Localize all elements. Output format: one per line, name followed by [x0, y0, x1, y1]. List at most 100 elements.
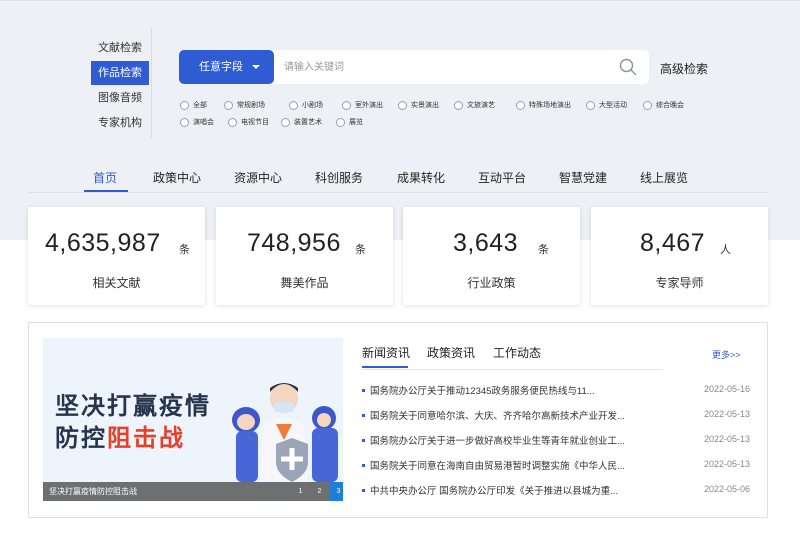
- banner-slogan-plain: 防控: [55, 425, 107, 452]
- category-option[interactable]: 实景演出: [398, 97, 454, 113]
- category-option[interactable]: 演唱会: [180, 114, 228, 130]
- search-type-image-audio[interactable]: 图像音频: [91, 86, 149, 110]
- radio-button[interactable]: [224, 100, 233, 110]
- list-item[interactable]: 国务院办公厅关于推动12345政务服务便民热线与11... 2022-05-16: [362, 381, 768, 406]
- stat-card-works[interactable]: 748,956 条 舞美作品: [216, 207, 393, 305]
- search-type-experts[interactable]: 专家机构: [91, 111, 149, 135]
- banner-carousel[interactable]: 坚决打赢疫情 防控阻击战 坚决打赢疫情防控阻击战 1 2 3 4 5: [43, 338, 343, 501]
- bullet-icon: [362, 389, 365, 392]
- list-item[interactable]: 中共中央办公厅 国务院办公厅印发《关于推进以县城为重... 2022-05-06: [362, 481, 768, 506]
- category-label: 实景演出: [411, 102, 439, 109]
- category-option[interactable]: 文旅演艺: [454, 97, 516, 113]
- carousel-dot-2[interactable]: 2: [310, 482, 329, 501]
- category-label: 小剧场: [302, 102, 323, 109]
- category-label: 特殊场地演出: [529, 102, 571, 109]
- tab-news[interactable]: 新闻资讯: [362, 344, 410, 361]
- radio-button[interactable]: [398, 100, 407, 110]
- radio-button[interactable]: [643, 100, 652, 110]
- radio-button[interactable]: [342, 100, 351, 110]
- medical-workers-illustration: [232, 383, 338, 482]
- news-date: 2022-05-13: [704, 434, 751, 444]
- search-type-menu: 文献检索 作品检索 图像音频 专家机构: [91, 36, 149, 136]
- news-title[interactable]: 国务院关于同意哈尔滨、大庆、齐齐哈尔高新技术产业开发...: [370, 408, 640, 422]
- carousel-dot-1[interactable]: 1: [291, 482, 310, 501]
- category-option[interactable]: 大型活动: [586, 97, 643, 113]
- field-select-dropdown[interactable]: 任意字段: [179, 50, 274, 84]
- radio-button[interactable]: [336, 117, 345, 127]
- category-option[interactable]: 展览: [336, 114, 376, 130]
- radio-button[interactable]: [180, 100, 189, 110]
- nav-smart-party[interactable]: 智慧党建: [559, 169, 607, 186]
- stat-unit: 人: [720, 244, 731, 256]
- search-type-works[interactable]: 作品检索: [91, 61, 149, 85]
- nav-active-indicator: [84, 190, 128, 192]
- radio-button[interactable]: [454, 100, 463, 110]
- stat-label: 行业政策: [467, 276, 516, 290]
- search-type-literature[interactable]: 文献检索: [91, 36, 149, 60]
- stat-card-policy[interactable]: 3,643 条 行业政策: [403, 207, 580, 305]
- nav-online-exhibition[interactable]: 线上展览: [640, 169, 688, 186]
- category-option[interactable]: 电视节目: [228, 114, 281, 130]
- radio-button[interactable]: [281, 117, 290, 127]
- news-divider: [362, 369, 662, 370]
- news-title[interactable]: 国务院办公厅关于推动12345政务服务便民热线与11...: [370, 383, 640, 397]
- category-label: 演唱会: [193, 119, 214, 126]
- stat-number: 8,467: [640, 229, 706, 257]
- advanced-search-link[interactable]: 高级检索: [660, 60, 708, 77]
- nav-resource-center[interactable]: 资源中心: [234, 169, 282, 186]
- category-label: 装置艺术: [294, 119, 322, 126]
- banner-caption-bar: 坚决打赢疫情防控阻击战 1 2 3 4 5: [43, 482, 343, 501]
- more-link[interactable]: 更多>>: [712, 348, 741, 361]
- category-label: 常规剧场: [237, 102, 265, 109]
- category-option[interactable]: 室外演出: [342, 97, 398, 113]
- category-option[interactable]: 特殊场地演出: [516, 97, 586, 113]
- stat-unit: 条: [355, 244, 366, 256]
- news-title[interactable]: 中共中央办公厅 国务院办公厅印发《关于推进以县城为重...: [370, 483, 640, 497]
- category-label: 大型活动: [599, 102, 627, 109]
- carousel-dot-3[interactable]: 3: [329, 482, 343, 501]
- category-option[interactable]: 装置艺术: [281, 114, 336, 130]
- radio-button[interactable]: [516, 100, 525, 110]
- news-list: 国务院办公厅关于推动12345政务服务便民热线与11... 2022-05-16…: [362, 381, 768, 506]
- nav-home[interactable]: 首页: [93, 169, 117, 186]
- category-option[interactable]: 综合晚会: [643, 97, 698, 113]
- stat-card-literature[interactable]: 4,635,987 条 相关文献: [28, 207, 205, 305]
- tab-work-updates[interactable]: 工作动态: [493, 344, 541, 361]
- category-label: 全部: [193, 102, 207, 109]
- radio-button[interactable]: [180, 117, 189, 127]
- category-label: 室外演出: [355, 102, 383, 109]
- nav-results-transfer[interactable]: 成果转化: [397, 169, 445, 186]
- news-title[interactable]: 国务院关于同意在海南自由贸易港暂时调整实施《中华人民...: [370, 458, 640, 472]
- list-item[interactable]: 国务院办公厅关于进一步做好高校毕业生等青年就业创业工... 2022-05-13: [362, 431, 768, 456]
- field-select-label: 任意字段: [199, 61, 243, 73]
- search-icon[interactable]: [619, 58, 637, 76]
- bullet-icon: [362, 489, 365, 492]
- banner-slogan-line2: 防控阻击战: [55, 418, 185, 453]
- category-row-2: 演唱会 电视节目 装置艺术 展览: [180, 114, 700, 130]
- banner-caption: 坚决打赢疫情防控阻击战: [49, 487, 137, 496]
- category-option[interactable]: 全部: [180, 97, 224, 113]
- nav-policy-center[interactable]: 政策中心: [153, 169, 201, 186]
- news-date: 2022-05-13: [704, 409, 751, 419]
- category-option[interactable]: 常规剧场: [224, 97, 289, 113]
- list-item[interactable]: 国务院关于同意哈尔滨、大庆、齐齐哈尔高新技术产业开发... 2022-05-13: [362, 406, 768, 431]
- stat-number: 3,643: [453, 229, 519, 257]
- tab-policy-news[interactable]: 政策资讯: [427, 344, 475, 361]
- stat-label: 相关文献: [92, 276, 141, 290]
- nav-interaction-platform[interactable]: 互动平台: [478, 169, 526, 186]
- news-date: 2022-05-06: [704, 484, 751, 494]
- category-label: 文旅演艺: [467, 102, 495, 109]
- news-title[interactable]: 国务院办公厅关于进一步做好高校毕业生等青年就业创业工...: [370, 433, 640, 447]
- category-option[interactable]: 小剧场: [289, 97, 342, 113]
- category-label: 综合晚会: [656, 102, 684, 109]
- radio-button[interactable]: [228, 117, 237, 127]
- radio-button[interactable]: [289, 100, 298, 110]
- nav-innovation-services[interactable]: 科创服务: [315, 169, 363, 186]
- stat-card-experts[interactable]: 8,467 人 专家导师: [591, 207, 768, 305]
- radio-button[interactable]: [586, 100, 595, 110]
- stat-label: 舞美作品: [280, 276, 329, 290]
- list-item[interactable]: 国务院关于同意在海南自由贸易港暂时调整实施《中华人民... 2022-05-13: [362, 456, 768, 481]
- search-input[interactable]: [284, 57, 604, 77]
- stat-label: 专家导师: [655, 276, 704, 290]
- search-bar: 任意字段: [179, 50, 649, 84]
